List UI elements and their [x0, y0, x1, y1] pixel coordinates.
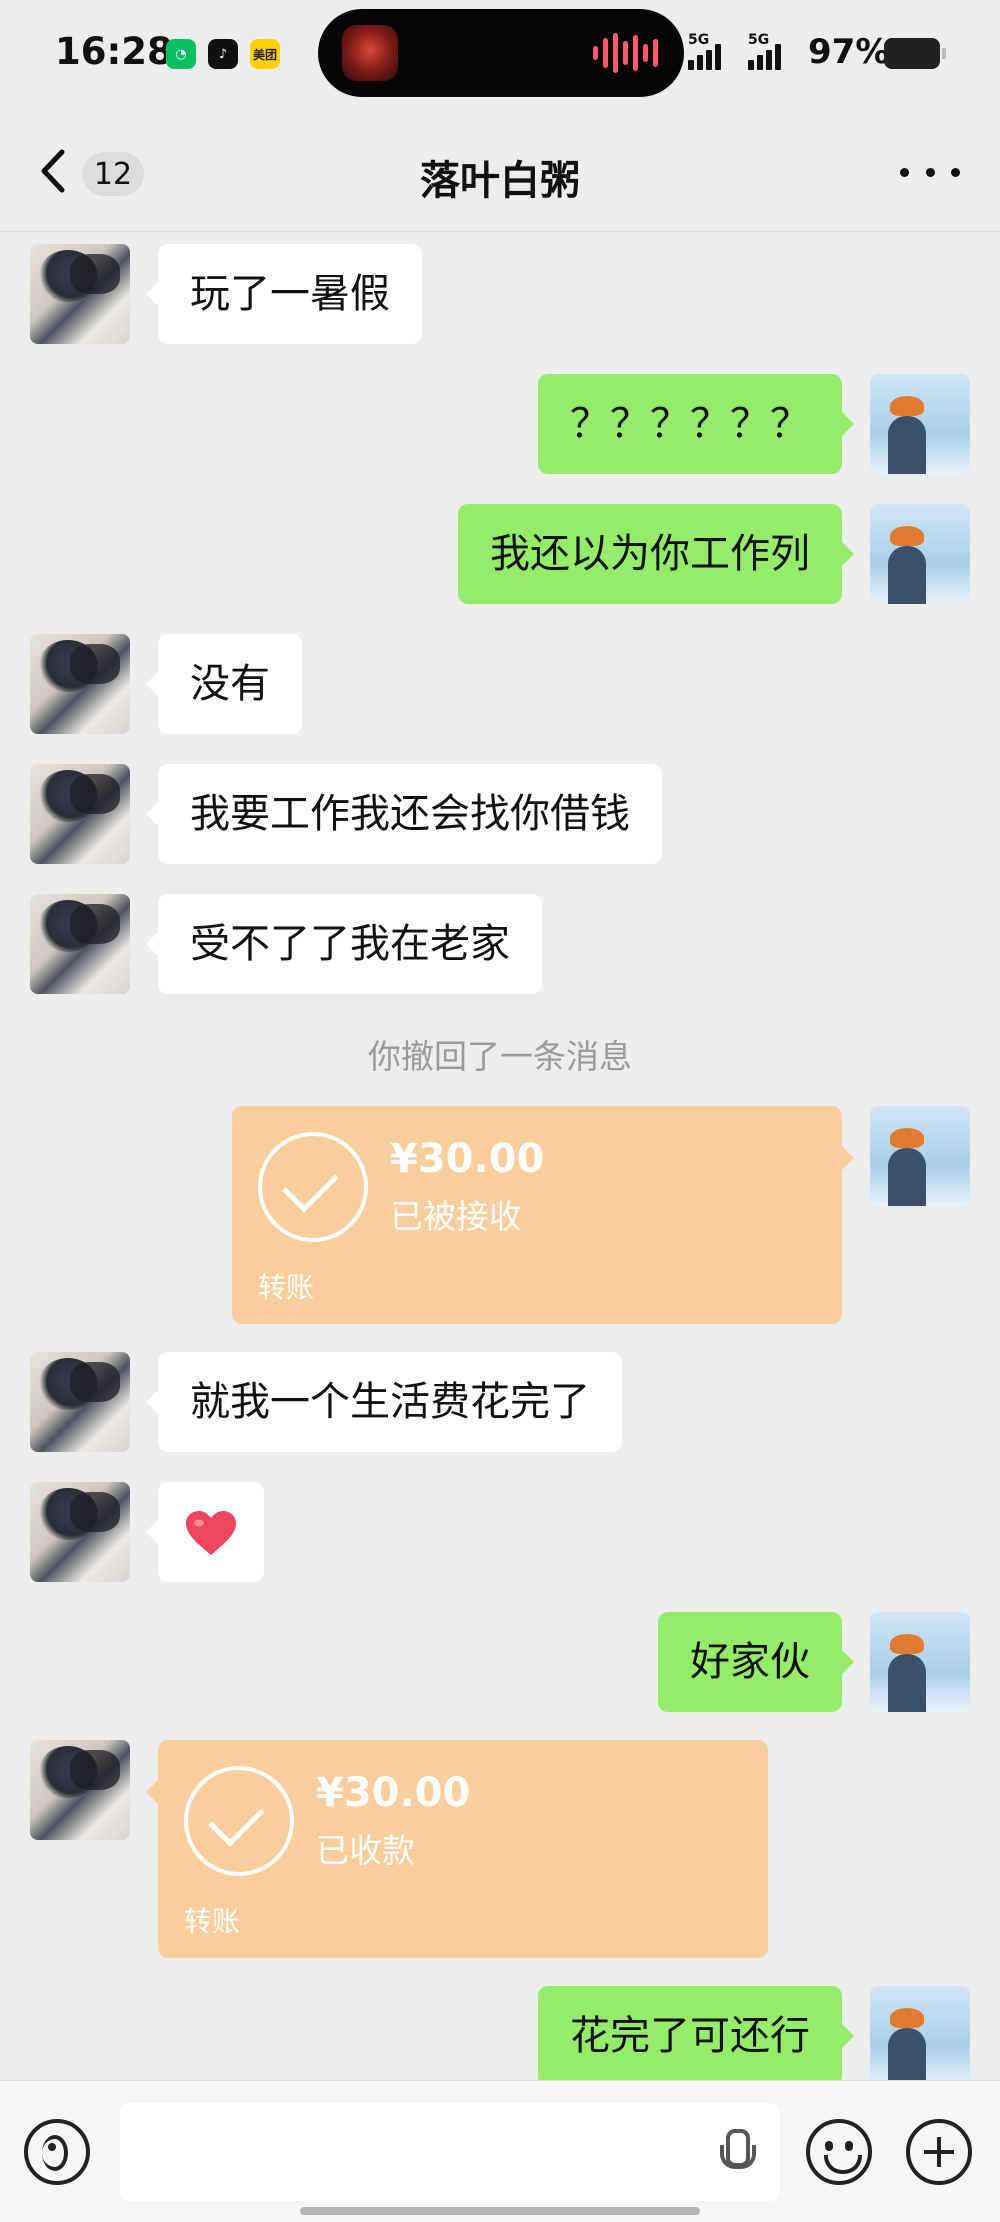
album-cover-image — [342, 25, 398, 81]
transfer-amount: ¥30.00 — [316, 1770, 471, 1816]
transfer-label: 转账 — [184, 1905, 241, 1938]
transfer-card[interactable]: ¥30.00 已收款 转账 — [146, 1740, 768, 1958]
my-avatar[interactable] — [870, 504, 970, 604]
friend-avatar[interactable] — [30, 1482, 130, 1582]
recalled-message-notice: 你撤回了一条消息 — [368, 1037, 632, 1076]
transfer-card[interactable]: ¥30.00 已被接收 转账 — [232, 1106, 854, 1324]
transfer-label: 转账 — [258, 1271, 315, 1304]
heart-emoji-message[interactable] — [146, 1482, 264, 1582]
meituan-app-icon: 美团 — [250, 39, 280, 69]
message-bubble[interactable]: 好家伙 — [658, 1612, 854, 1712]
signal-label: 5G — [688, 32, 710, 48]
my-avatar[interactable] — [870, 1106, 970, 1206]
message-bubble[interactable]: 没有 — [146, 634, 302, 734]
battery-icon — [884, 38, 946, 69]
my-avatar[interactable] — [870, 1986, 970, 2086]
signal-label: 5G — [748, 32, 770, 48]
friend-avatar[interactable] — [30, 634, 130, 734]
ellipsis-icon — [900, 167, 909, 177]
friend-avatar[interactable] — [30, 1352, 130, 1452]
tiktok-app-icon: ♪ — [208, 39, 238, 69]
message-bubble[interactable]: 我还以为你工作列 — [458, 504, 854, 604]
status-time: 16:28 — [55, 30, 173, 73]
message-bubble[interactable]: 花完了可还行 — [538, 1986, 854, 2086]
more-options-button[interactable] — [900, 152, 960, 192]
chat-header: 12 落叶白粥 — [0, 112, 1000, 232]
friend-avatar[interactable] — [30, 244, 130, 344]
status-bar: 16:28 ◔ ♪ 美团 5G 5G 97% — [0, 0, 1000, 112]
friend-avatar[interactable] — [30, 894, 130, 994]
transfer-status: 已被接收 — [390, 1197, 522, 1236]
home-indicator[interactable] — [300, 2207, 700, 2215]
message-bubble[interactable]: 玩了一暑假 — [146, 244, 422, 344]
chat-title: 落叶白粥 — [420, 158, 580, 204]
audio-wave-icon — [593, 9, 658, 97]
message-bubble[interactable]: ？？？？？？ — [538, 374, 854, 474]
message-bubble[interactable]: 受不了了我在老家 — [146, 894, 542, 994]
smiley-icon[interactable] — [806, 2119, 872, 2185]
friend-avatar[interactable] — [30, 1740, 130, 1840]
transfer-amount: ¥30.00 — [390, 1136, 545, 1182]
microphone-icon[interactable] — [718, 2129, 756, 2179]
message-bubble[interactable]: 就我一个生活费花完了 — [146, 1352, 622, 1452]
check-circle-icon — [258, 1132, 368, 1242]
my-avatar[interactable] — [870, 1612, 970, 1712]
dynamic-island[interactable] — [318, 9, 684, 97]
heart-icon — [186, 1511, 236, 1555]
input-bar — [0, 2080, 1000, 2222]
message-input[interactable] — [120, 2103, 780, 2201]
my-avatar[interactable] — [870, 374, 970, 474]
plus-icon[interactable] — [906, 2119, 972, 2185]
wechat-app-icon: ◔ — [166, 39, 196, 69]
transfer-status: 已收款 — [316, 1831, 415, 1870]
battery-percent: 97% — [808, 32, 890, 72]
message-bubble[interactable]: 我要工作我还会找你借钱 — [146, 764, 662, 864]
signal-strength-icon: 5G — [688, 32, 721, 70]
friend-avatar[interactable] — [30, 764, 130, 864]
check-circle-icon — [184, 1766, 294, 1876]
signal-strength-icon: 5G — [748, 32, 781, 70]
voice-icon[interactable] — [24, 2119, 90, 2185]
